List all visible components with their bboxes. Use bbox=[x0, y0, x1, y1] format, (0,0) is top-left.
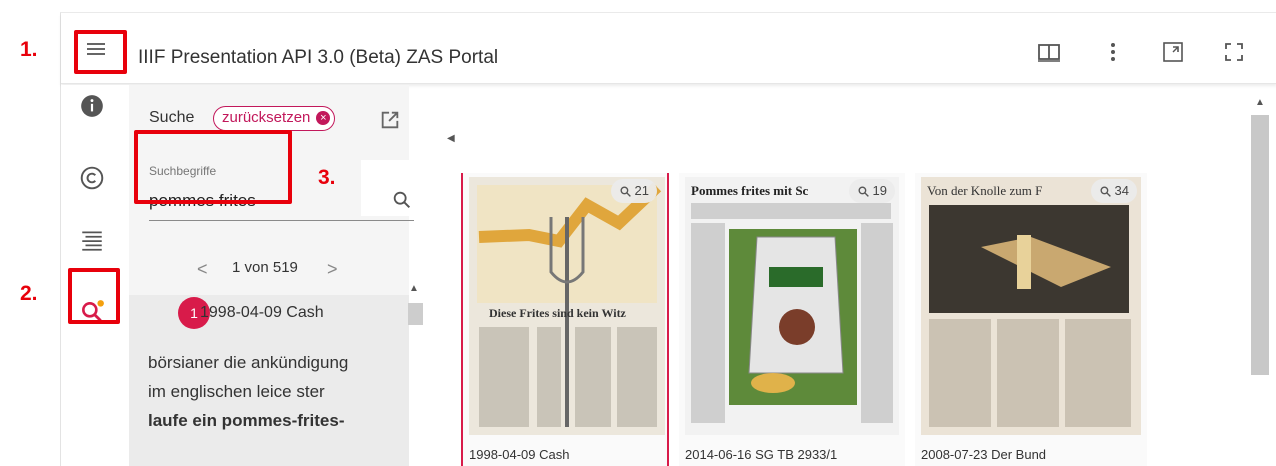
annotation-box-menu bbox=[74, 30, 127, 74]
scroll-up-icon[interactable]: ▲ bbox=[409, 283, 419, 294]
toc-icon[interactable] bbox=[79, 227, 105, 253]
snippet-line: börsianer die ankündigung bbox=[148, 353, 349, 372]
reset-search-button[interactable]: zurücksetzen × bbox=[213, 106, 336, 131]
snippet-line: laufe ein pommes-frites- bbox=[148, 411, 345, 430]
snippet-line: im englischen leice ster bbox=[148, 382, 325, 401]
canvas-scrollbar[interactable]: ▲ bbox=[1251, 97, 1269, 466]
thumbnail-headline: Von der Knolle zum F bbox=[927, 183, 1042, 198]
hit-count-badge: 19 bbox=[848, 179, 895, 203]
fullscreen-icon[interactable] bbox=[1222, 40, 1246, 64]
newspaper-page-image: Diese Frites sind kein Witz bbox=[469, 177, 665, 435]
window-title: IIIF Presentation API 3.0 (Beta) ZAS Por… bbox=[138, 47, 499, 68]
annotation-box-search bbox=[68, 268, 120, 324]
newspaper-page-image: Von der Knolle zum F bbox=[921, 177, 1141, 435]
search-submit-icon[interactable] bbox=[391, 189, 413, 211]
thumbnail-headline: Pommes frites mit Sc bbox=[691, 183, 809, 198]
search-icon bbox=[858, 186, 869, 197]
hit-counter: 1 von 519 bbox=[232, 259, 298, 276]
annotation-1: 1. bbox=[20, 38, 38, 61]
book-view-icon[interactable] bbox=[1037, 40, 1061, 64]
thumbnail-card[interactable]: Pommes frites mit Sc 19 2014-06-16 SG TB… bbox=[679, 173, 905, 466]
hit-count-badge: 34 bbox=[1090, 179, 1137, 203]
thumbnail-card[interactable]: Diese Frites sind kein Witz 21 1998-04-0… bbox=[461, 173, 669, 466]
window-topbar: IIIF Presentation API 3.0 (Beta) ZAS Por… bbox=[61, 13, 1276, 84]
previous-hit-button[interactable]: < bbox=[197, 259, 208, 280]
collapse-panel-button[interactable]: ◀ bbox=[447, 133, 455, 144]
hit-count-badge: 21 bbox=[610, 179, 657, 203]
thumbnail-card[interactable]: Von der Knolle zum F 34 2008-07-23 Der B… bbox=[915, 173, 1147, 466]
more-vert-icon[interactable] bbox=[1101, 40, 1125, 64]
annotation-box-query bbox=[134, 130, 292, 204]
scrollbar-thumb[interactable] bbox=[1251, 115, 1269, 375]
scroll-up-icon[interactable]: ▲ bbox=[1255, 97, 1265, 108]
thumbnail-headline: Diese Frites sind kein Witz bbox=[489, 306, 627, 320]
next-hit-button[interactable]: > bbox=[327, 259, 338, 280]
info-icon[interactable] bbox=[79, 93, 105, 119]
open-in-new-icon[interactable] bbox=[379, 109, 401, 131]
reset-label: zurücksetzen bbox=[222, 109, 311, 126]
scrollbar-thumb[interactable] bbox=[408, 303, 423, 325]
search-icon bbox=[620, 186, 631, 197]
results-scrollbar[interactable]: ▲ bbox=[406, 283, 423, 466]
annotation-3: 3. bbox=[318, 166, 336, 189]
screenshot-stage: 1. 2. IIIF Presentation API 3.0 (Beta) Z… bbox=[0, 0, 1276, 466]
search-icon bbox=[1100, 186, 1111, 197]
hit-title[interactable]: 1998-04-09 Cash bbox=[200, 304, 324, 322]
copyright-icon[interactable] bbox=[79, 165, 105, 191]
thumbnail-label: 1998-04-09 Cash bbox=[469, 447, 570, 462]
hit-snippet[interactable]: börsianer die ankündigung im englischen … bbox=[148, 348, 398, 435]
window-size-icon[interactable] bbox=[1161, 40, 1185, 64]
thumbnail-label: 2014-06-16 SG TB 2933/1 bbox=[685, 447, 838, 462]
clear-icon: × bbox=[316, 111, 331, 125]
newspaper-page-image: Pommes frites mit Sc bbox=[685, 177, 899, 435]
annotation-2: 2. bbox=[20, 282, 38, 305]
search-input-underline bbox=[149, 220, 414, 221]
search-heading: Suche bbox=[149, 109, 195, 126]
search-pager: < 1 von 519 > bbox=[129, 235, 409, 295]
thumbnail-label: 2008-07-23 Der Bund bbox=[921, 447, 1047, 462]
